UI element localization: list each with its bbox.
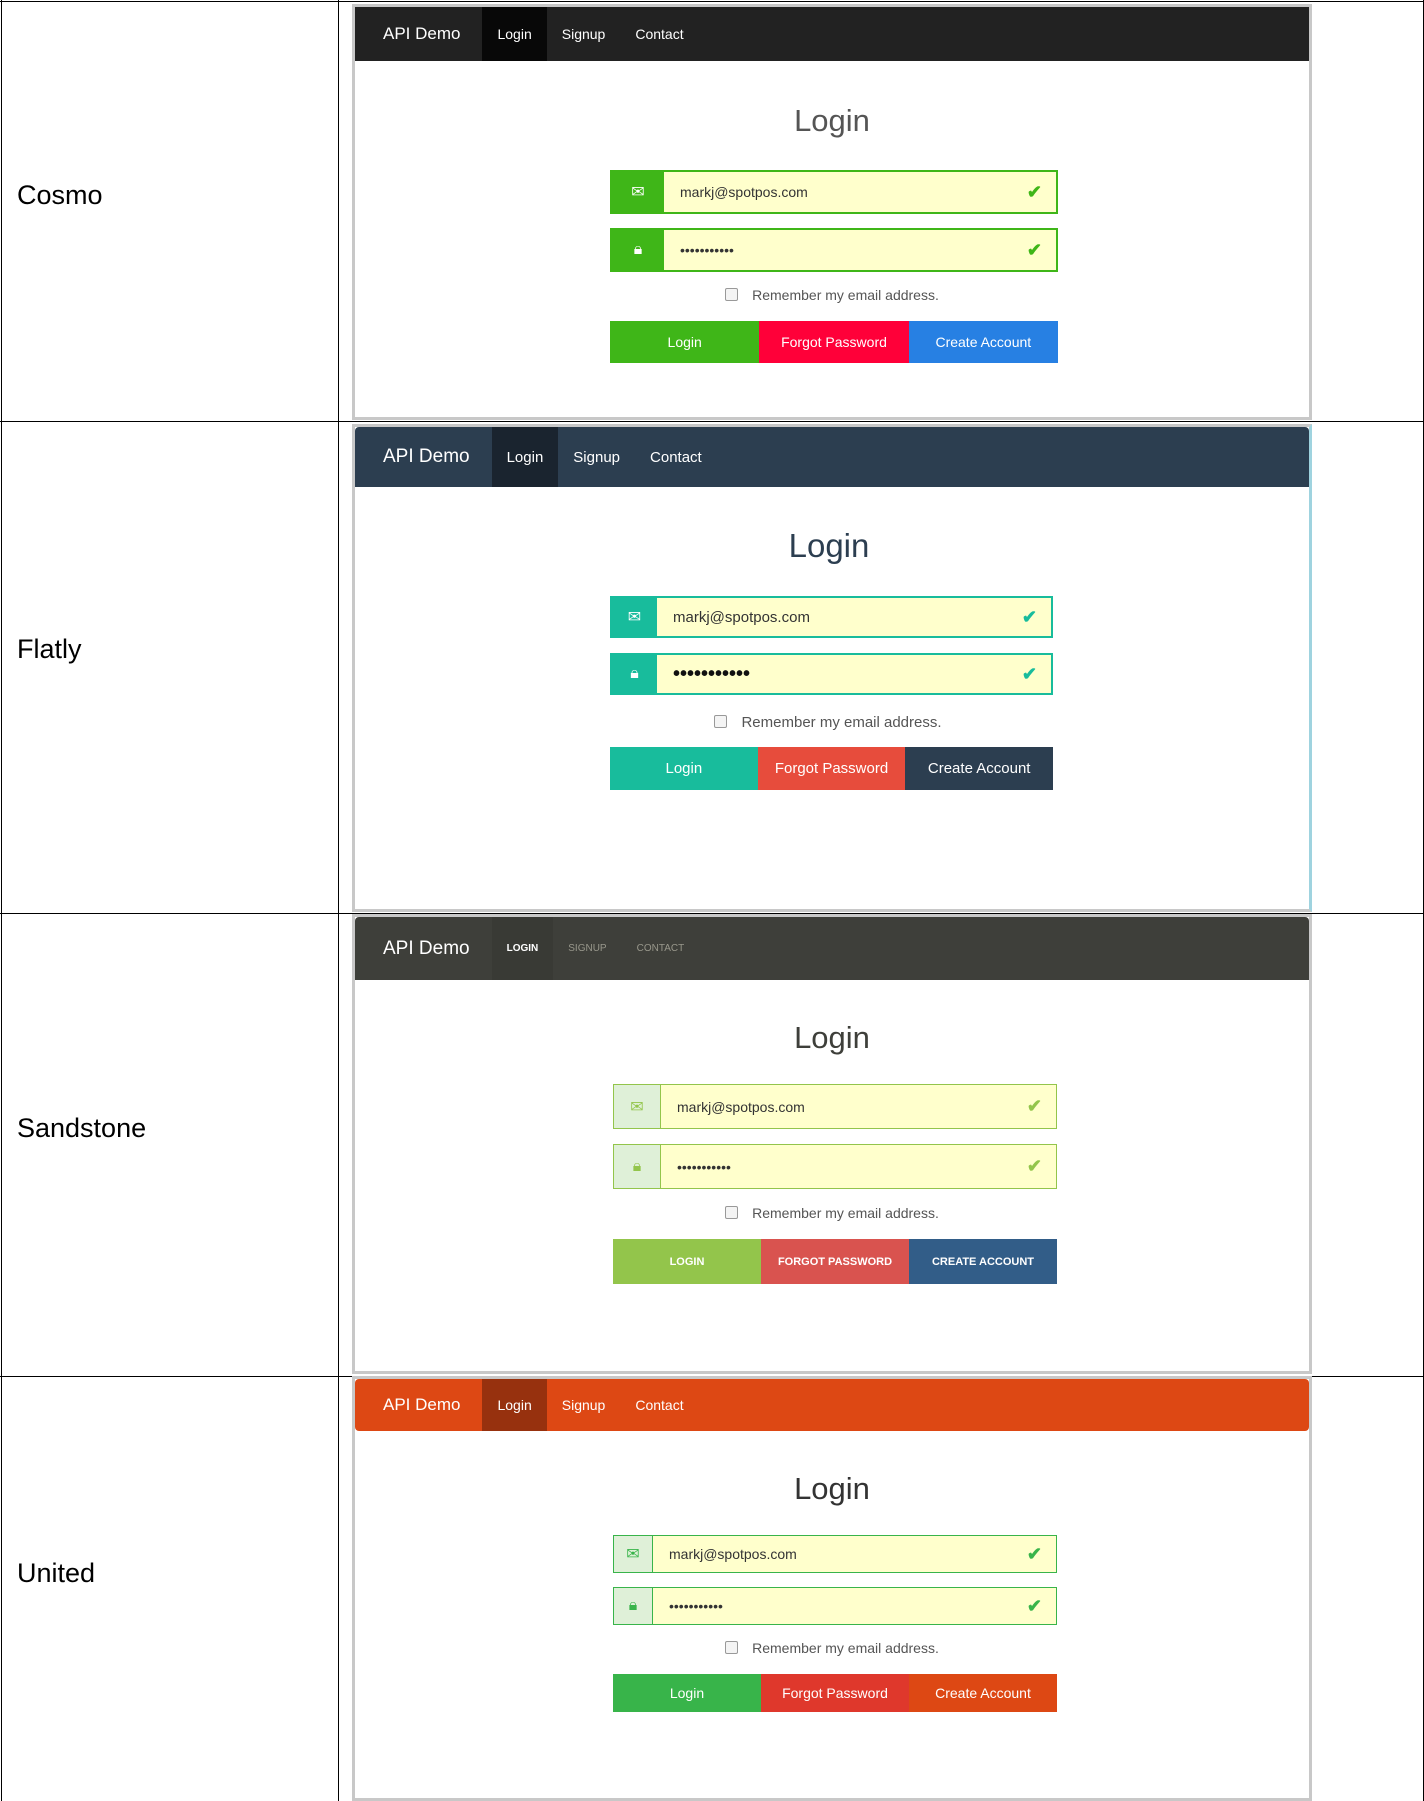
password-input[interactable]: ••••••••••• ✔	[664, 230, 1056, 270]
checkmark-icon: ✔	[1021, 606, 1037, 627]
create-account-button[interactable]: CREATE ACCOUNT	[909, 1239, 1057, 1284]
navbar-brand[interactable]: API Demo	[355, 7, 482, 61]
envelope-icon: ✉	[612, 598, 657, 636]
forgot-password-button[interactable]: FORGOT PASSWORD	[761, 1239, 909, 1284]
checkmark-icon: ✔	[1026, 1096, 1042, 1116]
checkmark-icon: ✔	[1026, 181, 1042, 202]
email-input[interactable]: markj@spotpos.com ✔	[664, 172, 1056, 212]
nav-login[interactable]: Login	[491, 427, 559, 487]
flatly-screenshot: API Demo Login Signup Contact Login ✉ ma…	[352, 424, 1312, 912]
theme-label: Cosmo	[17, 180, 103, 210]
password-field[interactable]: 🔒︎ ••••••••••• ✔	[613, 1587, 1057, 1625]
password-input[interactable]: ••••••••••• ✔	[653, 1588, 1056, 1624]
page-title: Login	[788, 527, 870, 564]
create-account-button[interactable]: Create Account	[908, 321, 1058, 363]
button-row: LOGIN FORGOT PASSWORD CREATE ACCOUNT	[613, 1239, 1057, 1284]
envelope-icon: ✉	[612, 172, 664, 212]
envelope-icon: ✉	[614, 1085, 661, 1128]
nav-login[interactable]: LOGIN	[491, 917, 554, 980]
email-field[interactable]: ✉ markj@spotpos.com ✔	[613, 1535, 1057, 1573]
checkmark-icon: ✔	[1026, 239, 1042, 260]
nav-contact[interactable]: CONTACT	[622, 917, 700, 980]
nav-contact[interactable]: Contact	[620, 7, 698, 61]
table-border-mid	[338, 0, 339, 1801]
page-title: Login	[794, 1471, 870, 1506]
table-border-top	[0, 1, 1424, 2]
navbar: API Demo Login Signup Contact	[355, 7, 1309, 61]
navbar: API Demo LOGIN SIGNUP CONTACT	[355, 917, 1309, 980]
forgot-password-button[interactable]: Forgot Password	[761, 1674, 909, 1712]
remember-checkbox[interactable]	[725, 1206, 739, 1219]
table-row-divider	[0, 421, 1424, 422]
login-button[interactable]: Login	[613, 1674, 761, 1712]
sandstone-screenshot: API Demo LOGIN SIGNUP CONTACT Login ✉ ma…	[352, 914, 1312, 1374]
email-input[interactable]: markj@spotpos.com ✔	[661, 1085, 1056, 1128]
theme-label: Flatly	[17, 634, 82, 664]
united-screenshot: API Demo Login Signup Contact Login ✉ ma…	[352, 1376, 1312, 1801]
password-field[interactable]: 🔒︎ ••••••••••• ✔	[613, 1144, 1057, 1189]
button-row: Login Forgot Password Create Account	[613, 1674, 1057, 1712]
nav-signup[interactable]: Signup	[558, 427, 635, 487]
theme-label: Sandstone	[17, 1113, 147, 1143]
remember-email[interactable]: Remember my email address.	[355, 287, 1309, 303]
lock-icon: 🔒︎	[612, 655, 657, 693]
forgot-password-button[interactable]: Forgot Password	[759, 321, 909, 363]
remember-checkbox[interactable]	[714, 715, 728, 728]
lock-icon: 🔒︎	[612, 230, 664, 270]
lock-icon: 🔒︎	[614, 1145, 661, 1188]
nav-signup[interactable]: Signup	[547, 7, 621, 61]
email-input[interactable]: markj@spotpos.com ✔	[657, 598, 1051, 636]
remember-email[interactable]: Remember my email address.	[355, 1640, 1309, 1656]
login-button[interactable]: LOGIN	[613, 1239, 761, 1284]
nav-contact[interactable]: Contact	[635, 427, 717, 487]
button-row: Login Forgot Password Create Account	[610, 747, 1054, 790]
theme-label: United	[17, 1558, 96, 1588]
table-border-left	[1, 0, 2, 1801]
remember-checkbox[interactable]	[725, 1641, 739, 1654]
checkmark-icon: ✔	[1026, 1156, 1042, 1176]
create-account-button[interactable]: Create Account	[905, 747, 1054, 790]
email-field[interactable]: ✉ markj@spotpos.com ✔	[610, 596, 1053, 638]
checkmark-icon: ✔	[1021, 663, 1037, 684]
email-field[interactable]: ✉ markj@spotpos.com ✔	[610, 170, 1058, 214]
forgot-password-button[interactable]: Forgot Password	[757, 747, 906, 790]
email-field[interactable]: ✉ markj@spotpos.com ✔	[613, 1084, 1057, 1129]
navbar-brand[interactable]: API Demo	[355, 427, 492, 487]
remember-email[interactable]: Remember my email address.	[355, 714, 1309, 731]
remember-label: Remember my email address.	[752, 1205, 939, 1221]
lock-icon: 🔒︎	[614, 1588, 653, 1624]
create-account-button[interactable]: Create Account	[909, 1674, 1057, 1712]
remember-label: Remember my email address.	[741, 714, 942, 731]
remember-email[interactable]: Remember my email address.	[355, 1205, 1309, 1221]
navbar-brand[interactable]: API Demo	[355, 917, 492, 980]
email-input[interactable]: markj@spotpos.com ✔	[653, 1536, 1056, 1572]
cosmo-screenshot: API Demo Login Signup Contact Login ✉ ma…	[352, 4, 1312, 420]
login-button[interactable]: Login	[610, 321, 760, 363]
password-input[interactable]: ••••••••••• ✔	[661, 1145, 1056, 1188]
navbar: API Demo Login Signup Contact	[355, 1379, 1309, 1431]
password-field[interactable]: 🔒︎ ••••••••••• ✔	[610, 228, 1058, 272]
remember-label: Remember my email address.	[752, 287, 939, 303]
nav-signup[interactable]: SIGNUP	[553, 917, 621, 980]
remember-label: Remember my email address.	[752, 1640, 939, 1656]
nav-login[interactable]: Login	[482, 7, 547, 61]
page-title: Login	[794, 1020, 870, 1055]
remember-checkbox[interactable]	[725, 288, 739, 301]
nav-signup[interactable]: Signup	[547, 1379, 621, 1431]
password-input[interactable]: ••••••••••• ✔	[657, 655, 1051, 693]
password-field[interactable]: 🔒︎ ••••••••••• ✔	[610, 653, 1053, 695]
button-row: Login Forgot Password Create Account	[610, 321, 1058, 363]
login-button[interactable]: Login	[610, 747, 758, 790]
page-title: Login	[794, 103, 870, 138]
navbar: API Demo Login Signup Contact	[355, 427, 1309, 487]
checkmark-icon: ✔	[1026, 1595, 1042, 1616]
nav-login[interactable]: Login	[482, 1379, 547, 1431]
nav-contact[interactable]: Contact	[620, 1379, 698, 1431]
navbar-brand[interactable]: API Demo	[355, 1379, 482, 1431]
checkmark-icon: ✔	[1026, 1543, 1042, 1564]
envelope-icon: ✉	[614, 1536, 653, 1572]
